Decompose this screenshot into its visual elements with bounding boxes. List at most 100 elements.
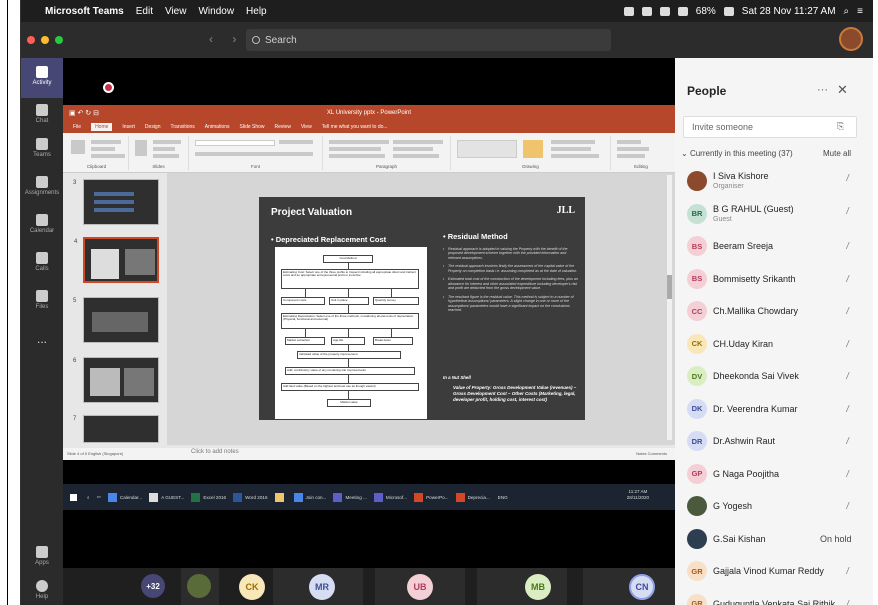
- participant-row[interactable]: G Yogesh 🎙̸: [675, 491, 873, 523]
- rail-more[interactable]: ...: [21, 332, 63, 352]
- user-avatar[interactable]: [839, 27, 863, 51]
- participant-row[interactable]: G.Sai Kishan On hold: [675, 524, 873, 556]
- participant-row[interactable]: DK Dr. Veerendra Kumar 🎙̸: [675, 394, 873, 426]
- mic-off-icon[interactable]: 🎙̸: [841, 371, 848, 381]
- mic-off-icon[interactable]: 🎙̸: [841, 566, 848, 576]
- tab-design[interactable]: Design: [145, 124, 161, 130]
- close-icon[interactable]: ✕: [837, 82, 848, 98]
- participant-row[interactable]: DR Dr.Ashwin Raut 🎙̸: [675, 426, 873, 458]
- notes-placeholder[interactable]: Click to add notes: [191, 449, 239, 455]
- menu-help[interactable]: Help: [246, 6, 267, 17]
- participant-avatar[interactable]: MB: [525, 574, 551, 600]
- taskbar-item-meeting[interactable]: Meeting ...: [333, 490, 367, 504]
- nav-arrows[interactable]: ‹ ›: [209, 32, 244, 46]
- participant-avatar[interactable]: UB: [407, 574, 433, 600]
- scrollbar-thumb[interactable]: [667, 275, 672, 299]
- overflow-participants[interactable]: +32: [141, 574, 165, 598]
- taskbar-clock[interactable]: 11:27 AM 28/11/2020: [627, 489, 649, 501]
- rail-apps[interactable]: Apps: [21, 546, 63, 570]
- mic-off-icon[interactable]: 🎙̸: [841, 436, 848, 446]
- windows-start-icon[interactable]: [70, 490, 80, 504]
- slide-thumbnail[interactable]: 3: [73, 179, 159, 225]
- taskbar-item-folder[interactable]: [274, 490, 287, 504]
- participant-row[interactable]: BS Beeram Sreeja 🎙̸: [675, 231, 873, 263]
- meeting-section-header[interactable]: ⌄ Currently in this meeting (37): [681, 149, 793, 158]
- mic-off-icon[interactable]: 🎙̸: [841, 469, 848, 479]
- mic-off-icon[interactable]: 🎙̸: [841, 241, 848, 251]
- quick-access-toolbar[interactable]: ▣ ↶ ↻ ⊟: [69, 109, 99, 117]
- tab-file[interactable]: File: [73, 124, 81, 130]
- participant-row[interactable]: I Siva Kishore Organiser 🎙̸: [675, 166, 873, 198]
- ribbon-group-editing[interactable]: Editing: [611, 136, 671, 170]
- taskbar-item-guest[interactable]: A GUEST...: [149, 490, 184, 504]
- menu-window[interactable]: Window: [198, 6, 234, 17]
- mic-off-icon[interactable]: 🎙̸: [841, 501, 848, 511]
- mic-off-icon[interactable]: 🎙̸: [841, 404, 848, 414]
- menu-datetime[interactable]: Sat 28 Nov 11:27 AM: [742, 6, 836, 17]
- mic-off-icon[interactable]: 🎙̸: [841, 206, 848, 216]
- taskbar-item-microsoft[interactable]: Microsof...: [373, 490, 407, 504]
- participant-row[interactable]: GR Gajjala Vinod Kumar Reddy 🎙̸: [675, 556, 873, 588]
- ribbon-group-drawing[interactable]: Drawing: [451, 136, 611, 170]
- current-slide[interactable]: Project Valuation JLL • Depreciated Repl…: [259, 197, 585, 420]
- spotlight-icon[interactable]: ⌕: [844, 6, 850, 17]
- participant-tile[interactable]: [477, 568, 567, 605]
- ribbon-group-slides[interactable]: Slides: [129, 136, 189, 170]
- tab-animations[interactable]: Animations: [205, 124, 230, 130]
- tab-transitions[interactable]: Transitions: [171, 124, 195, 130]
- participant-row[interactable]: CC Ch.Mallika Chowdary 🎙̸: [675, 296, 873, 328]
- participant-video[interactable]: [181, 568, 219, 605]
- status-icon[interactable]: [641, 6, 652, 16]
- taskbar-item-join[interactable]: Join con...: [293, 490, 326, 504]
- participant-row[interactable]: DV Dheekonda Sai Vivek 🎙̸: [675, 361, 873, 393]
- participant-row[interactable]: BS Bommisetty Srikanth 🎙̸: [675, 264, 873, 296]
- mic-off-icon[interactable]: 🎙̸: [841, 306, 848, 316]
- more-options-icon[interactable]: ···: [817, 84, 828, 96]
- taskbar-item-word[interactable]: Word 2016: [233, 490, 268, 504]
- windows-search-icon[interactable]: ⌕: [87, 490, 90, 504]
- close-window-icon[interactable]: [27, 36, 35, 44]
- tab-insert[interactable]: Insert: [122, 124, 135, 130]
- mic-off-icon[interactable]: 🎙̸: [841, 274, 848, 284]
- participant-row[interactable]: BR B G RAHUL (Guest) Guest 🎙̸: [675, 199, 873, 231]
- rail-assignments[interactable]: Assignments: [21, 176, 63, 206]
- rail-files[interactable]: Files: [21, 290, 63, 320]
- menu-app-name[interactable]: Microsoft Teams: [45, 6, 124, 17]
- mic-off-icon[interactable]: 🎙̸: [841, 173, 848, 183]
- rail-teams[interactable]: Teams: [21, 138, 63, 168]
- taskbar-item-excel[interactable]: Excel 2016: [191, 490, 226, 504]
- tell-me-input[interactable]: Tell me what you want to do...: [322, 124, 388, 130]
- minimize-window-icon[interactable]: [41, 36, 49, 44]
- taskbar-lang[interactable]: ENG: [498, 490, 508, 504]
- slide-thumbnail-selected[interactable]: 4: [74, 237, 159, 283]
- slide-thumbnail[interactable]: 7: [73, 415, 159, 443]
- invite-input[interactable]: Invite someone: [683, 116, 857, 138]
- participant-row[interactable]: GR Guduguntla Venkata Sai Rithik 🎙̸: [675, 589, 873, 605]
- tab-review[interactable]: Review: [275, 124, 291, 130]
- share-invite-icon[interactable]: ⎘: [837, 121, 844, 132]
- ribbon-group-paragraph[interactable]: Paragraph: [323, 136, 451, 170]
- wifi-icon[interactable]: [677, 6, 688, 16]
- participant-row[interactable]: GP G Naga Poojitha 🎙̸: [675, 459, 873, 491]
- rail-help[interactable]: Help: [21, 580, 63, 604]
- ribbon-group-clipboard[interactable]: Clipboard: [65, 136, 129, 170]
- taskbar-item-calendar[interactable]: Calendar...: [107, 490, 142, 504]
- rail-chat[interactable]: Chat: [21, 104, 63, 134]
- tab-slideshow[interactable]: Slide Show: [240, 124, 265, 130]
- slide-scrollbar[interactable]: [667, 175, 672, 440]
- taskbar-item-powerpoint[interactable]: PowerPo...: [414, 490, 449, 504]
- taskbar-item-deprecia[interactable]: Deprecia...: [455, 490, 490, 504]
- mute-all-button[interactable]: Mute all: [823, 149, 851, 158]
- participant-row[interactable]: CK CH.Uday Kiran 🎙̸: [675, 329, 873, 361]
- mic-off-icon[interactable]: 🎙̸: [841, 599, 848, 605]
- rail-calendar[interactable]: Calendar: [21, 214, 63, 244]
- tab-view[interactable]: View: [301, 124, 312, 130]
- status-view-controls[interactable]: Notes Comments: [636, 451, 667, 456]
- control-center-icon[interactable]: ≡: [857, 6, 863, 17]
- participant-avatar[interactable]: CK: [239, 574, 265, 600]
- status-icon[interactable]: [659, 6, 670, 16]
- slide-thumbnail[interactable]: 6: [73, 357, 159, 403]
- zoom-window-icon[interactable]: [55, 36, 63, 44]
- search-input[interactable]: Search: [246, 29, 611, 51]
- rail-calls[interactable]: Calls: [21, 252, 63, 282]
